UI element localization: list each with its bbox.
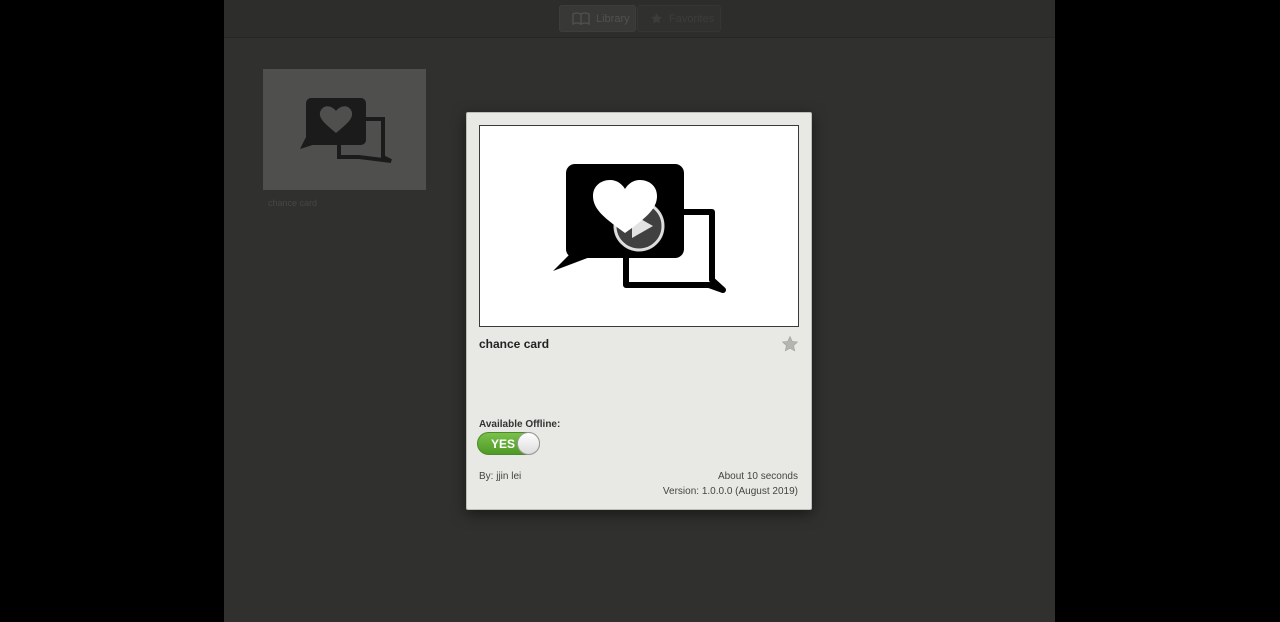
offline-toggle[interactable]: YES — [477, 432, 540, 455]
content-details-dialog: chance card Available Offline: YES By: j… — [466, 112, 812, 510]
chat-heart-icon — [553, 164, 726, 293]
author-text: By: jjin lei — [479, 471, 522, 482]
offline-toggle-text: YES — [491, 437, 516, 451]
content-title: chance card — [479, 337, 550, 351]
play-icon — [613, 200, 665, 252]
offline-label: Available Offline: — [479, 419, 561, 430]
favorite-star-icon[interactable] — [781, 335, 799, 353]
toggle-knob[interactable] — [517, 432, 540, 455]
content-preview[interactable] — [479, 125, 799, 327]
version-text: Version: 1.0.0.0 (August 2019) — [662, 486, 798, 497]
duration-text: About 10 seconds — [717, 471, 798, 482]
